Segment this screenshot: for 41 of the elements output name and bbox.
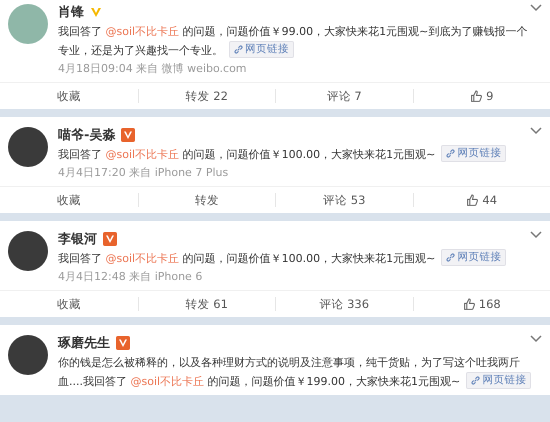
action-link[interactable]: 转发 — [138, 193, 275, 207]
thumbs-up-icon — [462, 298, 476, 310]
post-text: 我回答了 @soil不比卡丘 的问题，问题价值￥100.00，大家快来花1元围观~ 网页链接 — [58, 249, 536, 268]
web-link[interactable]: 网页链接 — [466, 372, 532, 389]
post-meta: 4月18日09:04 来自 微博 weibo.com — [58, 61, 248, 77]
like-button[interactable]: 168 — [412, 297, 550, 311]
link-icon — [234, 45, 243, 54]
action-link[interactable]: 转发 61 — [138, 297, 275, 311]
action-link[interactable]: 评论 53 — [275, 193, 412, 207]
post-text: 你的钱是怎么被稀释的，以及各种理财方式的说明及注意事项，纯干货贴，为了写这个吐我两斤血....我回答了 @soil不比卡丘 的问题，问题价值￥199.00，大家快来花1元围观~ 网页链接 — [58, 353, 536, 391]
user-name[interactable]: 琢磨先生 — [58, 334, 110, 352]
user-name[interactable]: 肖锋 — [58, 3, 84, 21]
like-button[interactable]: 9 — [412, 89, 550, 103]
avatar[interactable] — [8, 335, 48, 375]
action-link[interactable]: 评论 336 — [275, 297, 412, 311]
action-link[interactable]: 收藏 — [0, 297, 138, 311]
web-link[interactable]: 网页链接 — [441, 249, 506, 266]
chevron-down-icon[interactable] — [530, 4, 542, 12]
avatar[interactable] — [8, 127, 48, 167]
action-link[interactable]: 转发 22 — [138, 89, 275, 103]
action-link[interactable]: 收藏 — [0, 193, 138, 207]
post-text: 我回答了 @soil不比卡丘 的问题，问题价值￥100.00，大家快来花1元围观~ 网页链接 — [58, 145, 536, 164]
web-link[interactable]: 网页链接 — [229, 41, 294, 58]
post-meta: 4月4日12:48 来自 iPhone 6 — [58, 269, 204, 285]
like-button[interactable]: 44 — [412, 193, 550, 207]
thumbs-up-icon — [466, 194, 480, 206]
post-text: 我回答了 @soil不比卡丘 的问题，问题价值￥99.00，大家快来花1元围观~到底为了赚钱报一个专业，还是为了兴趣找一个专业。 网页链接 — [58, 24, 528, 60]
chevron-down-icon[interactable] — [530, 231, 542, 239]
link-icon — [446, 253, 456, 262]
link-icon — [446, 149, 456, 158]
thumbs-up-icon — [470, 90, 484, 102]
user-name[interactable]: 喵爷-吴淼 — [58, 126, 116, 144]
web-link[interactable]: 网页链接 — [441, 145, 506, 162]
link-icon — [471, 376, 480, 385]
post-meta: 4月4日17:20 来自 iPhone 7 Plus — [58, 165, 230, 181]
avatar[interactable] — [8, 231, 48, 271]
action-link[interactable]: 评论 7 — [275, 89, 412, 103]
chevron-down-icon[interactable] — [530, 335, 542, 343]
chevron-down-icon[interactable] — [530, 127, 542, 135]
user-name[interactable]: 李银河 — [58, 230, 97, 248]
action-link[interactable]: 收藏 — [0, 89, 138, 103]
